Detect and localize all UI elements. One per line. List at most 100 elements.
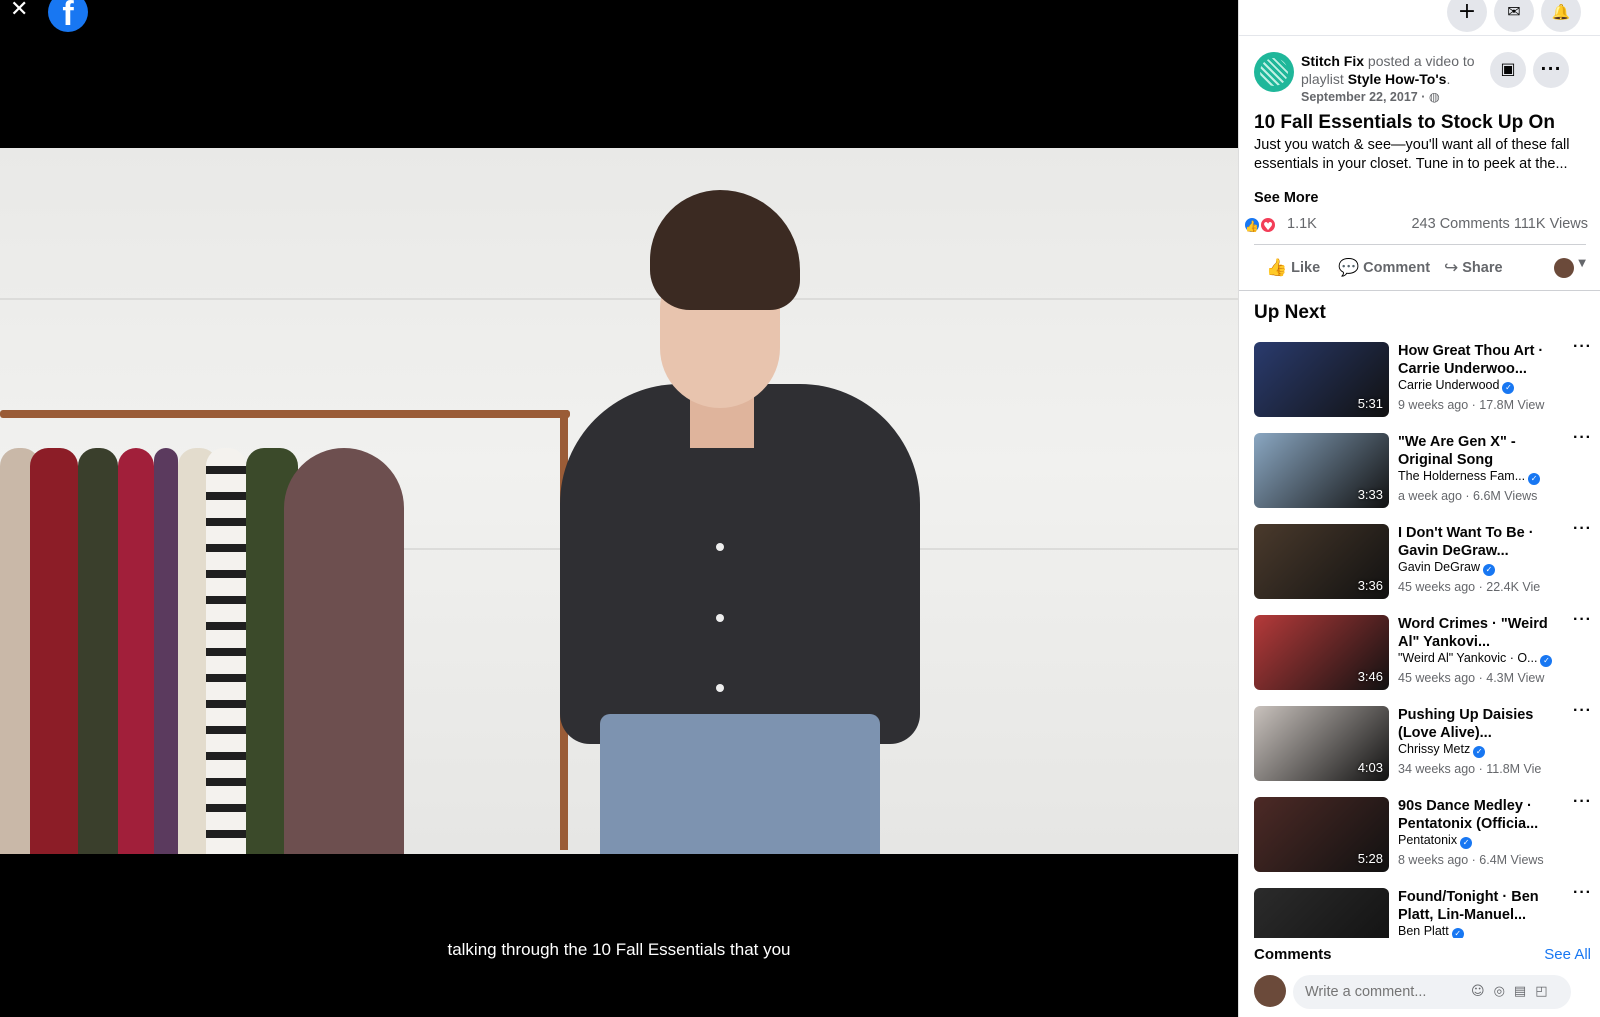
more-options-icon[interactable]: ···: [1573, 429, 1592, 447]
person-hair: [650, 190, 800, 310]
up-next-heading: Up Next: [1254, 302, 1326, 323]
verified-icon: ✓: [1502, 382, 1515, 394]
avatar[interactable]: [1254, 975, 1286, 1007]
comment-input-icons: ☺◎▤◰: [1471, 984, 1557, 999]
app-window: ✕ f talking through the 10 Fall Essentia…: [0, 0, 1600, 1017]
verified-icon: ✓: [1540, 655, 1553, 667]
like-button[interactable]: 👍 Like: [1266, 258, 1320, 278]
more-options-icon[interactable]: ···: [1573, 793, 1592, 811]
see-all-link[interactable]: See All: [1544, 946, 1591, 963]
garment: [118, 448, 154, 854]
share-button[interactable]: ↪ Share: [1444, 258, 1503, 278]
video-channel[interactable]: Pentatonix ✓: [1398, 833, 1473, 849]
love-reaction-icon[interactable]: ♥: [1259, 216, 1277, 234]
comment-button[interactable]: 💬 Comment: [1338, 258, 1430, 278]
video-channel[interactable]: Chrissy Metz ✓: [1398, 742, 1486, 758]
video-thumbnail[interactable]: 3:46: [1254, 615, 1389, 690]
video-frame[interactable]: [0, 148, 1238, 854]
video-title[interactable]: Pushing Up Daisies (Love Alive)...: [1398, 706, 1556, 742]
share-label: Share: [1462, 260, 1503, 276]
verified-icon: ✓: [1473, 746, 1486, 758]
video-duration: 5:31: [1357, 396, 1383, 411]
comment-label: Comment: [1363, 260, 1431, 276]
list-item[interactable]: 3:36 I Don't Want To Be · Gavin DeGraw...…: [1254, 520, 1594, 604]
list-item[interactable]: 3:46 Word Crimes · "Weird Al" Yankovi... "…: [1254, 611, 1594, 695]
more-options-icon[interactable]: ···: [1573, 611, 1592, 629]
speech-bubble-icon: 💬: [1338, 258, 1360, 278]
post-header: Stitch Fix posted a video to playlist St…: [1254, 50, 1594, 110]
list-item[interactable]: 3:33 "We Are Gen X" - Original Song The Ho…: [1254, 429, 1594, 513]
page-name-link[interactable]: Stitch Fix: [1301, 53, 1364, 69]
divider: [1239, 290, 1600, 291]
clothing-rack: [0, 410, 570, 418]
share-arrow-icon: ↪: [1444, 258, 1459, 278]
gif-icon[interactable]: ▤: [1514, 984, 1535, 999]
camera-icon[interactable]: ◎: [1494, 984, 1514, 999]
verified-icon: ✓: [1482, 564, 1495, 576]
list-item[interactable]: 5:31 How Great Thou Art · Carrie Underwoo…: [1254, 338, 1594, 422]
video-channel[interactable]: The Holderness Fam... ✓: [1398, 469, 1541, 485]
garment: [154, 448, 178, 854]
video-meta: 45 weeks ago · 22.4K Vie: [1398, 580, 1541, 594]
video-thumbnail[interactable]: 5:28: [1254, 797, 1389, 872]
video-title[interactable]: 90s Dance Medley · Pentatonix (Officia..…: [1398, 797, 1556, 833]
more-options-icon[interactable]: ···: [1573, 338, 1592, 356]
reaction-stats: 👍 ♥ 1.1K 243 Comments 111K Views: [1243, 214, 1588, 236]
video-channel[interactable]: "Weird Al" Yankovic · O... ✓: [1398, 651, 1553, 667]
more-options-icon[interactable]: ···: [1533, 52, 1569, 88]
video-player[interactable]: ✕ f talking through the 10 Fall Essentia…: [0, 0, 1238, 1017]
video-duration: 3:33: [1357, 487, 1383, 502]
video-thumbnail[interactable]: 3:36: [1254, 524, 1389, 599]
video-duration: 5:28: [1357, 851, 1383, 866]
comments-heading: Comments: [1254, 946, 1332, 963]
video-title[interactable]: Found/Tonight · Ben Platt, Lin-Manuel...: [1398, 888, 1556, 924]
page-avatar[interactable]: [1254, 52, 1294, 92]
video-duration: 4:03: [1357, 760, 1383, 775]
post-date[interactable]: September 22, 2017 · ◍: [1301, 88, 1501, 106]
more-options-icon[interactable]: ···: [1573, 884, 1592, 902]
video-title: 10 Fall Essentials to Stock Up On: [1254, 112, 1555, 133]
list-item[interactable]: 5:28 90s Dance Medley · Pentatonix (Offic…: [1254, 793, 1594, 877]
wall-seam: [0, 298, 1238, 300]
video-meta: 8 weeks ago · 6.4M Views: [1398, 853, 1544, 867]
facebook-logo[interactable]: f: [48, 0, 88, 32]
shirt-button: [716, 543, 724, 551]
playlist-link[interactable]: Style How-To's: [1348, 71, 1447, 87]
see-more-link[interactable]: See More: [1254, 190, 1318, 206]
video-thumbnail[interactable]: 4:03: [1254, 706, 1389, 781]
close-icon[interactable]: ✕: [10, 0, 32, 22]
messenger-icon[interactable]: ✉: [1494, 0, 1534, 32]
comments-section: Comments See All ☺◎▤◰: [1239, 938, 1600, 1017]
puffer-vest: [284, 448, 404, 854]
post-attribution: Stitch Fix posted a video to playlist St…: [1301, 52, 1501, 106]
video-title[interactable]: Word Crimes · "Weird Al" Yankovi...: [1398, 615, 1556, 651]
video-title[interactable]: "We Are Gen X" - Original Song: [1398, 433, 1556, 469]
audience-avatar[interactable]: [1554, 258, 1574, 278]
list-item[interactable]: 4:03 Pushing Up Daisies (Love Alive)... Ch…: [1254, 702, 1594, 786]
video-thumbnail[interactable]: 3:33: [1254, 433, 1389, 508]
notifications-icon[interactable]: 🔔: [1541, 0, 1581, 32]
video-meta: a week ago · 6.6M Views: [1398, 489, 1538, 503]
person-jeans: [600, 714, 880, 854]
video-title[interactable]: I Don't Want To Be · Gavin DeGraw...: [1398, 524, 1556, 560]
video-channel[interactable]: Carrie Underwood ✓: [1398, 378, 1515, 394]
emoji-icon[interactable]: ☺: [1471, 984, 1494, 999]
video-thumbnail[interactable]: 5:31: [1254, 342, 1389, 417]
like-label: Like: [1291, 260, 1321, 276]
reaction-count[interactable]: 1.1K: [1287, 216, 1317, 232]
video-title[interactable]: How Great Thou Art · Carrie Underwoo...: [1398, 342, 1556, 378]
video-meta: 34 weeks ago · 11.8M Vie: [1398, 762, 1542, 776]
save-icon[interactable]: ▣: [1490, 52, 1526, 88]
divider: [1254, 244, 1586, 245]
comments-views-count[interactable]: 243 Comments 111K Views: [1411, 216, 1588, 232]
more-options-icon[interactable]: ···: [1573, 520, 1592, 538]
chevron-down-icon[interactable]: ▼: [1578, 258, 1586, 269]
create-icon[interactable]: +: [1447, 0, 1487, 32]
globe-icon: ◍: [1428, 89, 1440, 104]
video-channel[interactable]: Gavin DeGraw ✓: [1398, 560, 1495, 576]
video-meta: 9 weeks ago · 17.8M View: [1398, 398, 1545, 412]
more-options-icon[interactable]: ···: [1573, 702, 1592, 720]
sticker-icon[interactable]: ◰: [1535, 984, 1556, 999]
video-description: Just you watch & see—you'll want all of …: [1254, 137, 1570, 172]
top-bar: + ✉ 🔔: [1239, 0, 1600, 36]
